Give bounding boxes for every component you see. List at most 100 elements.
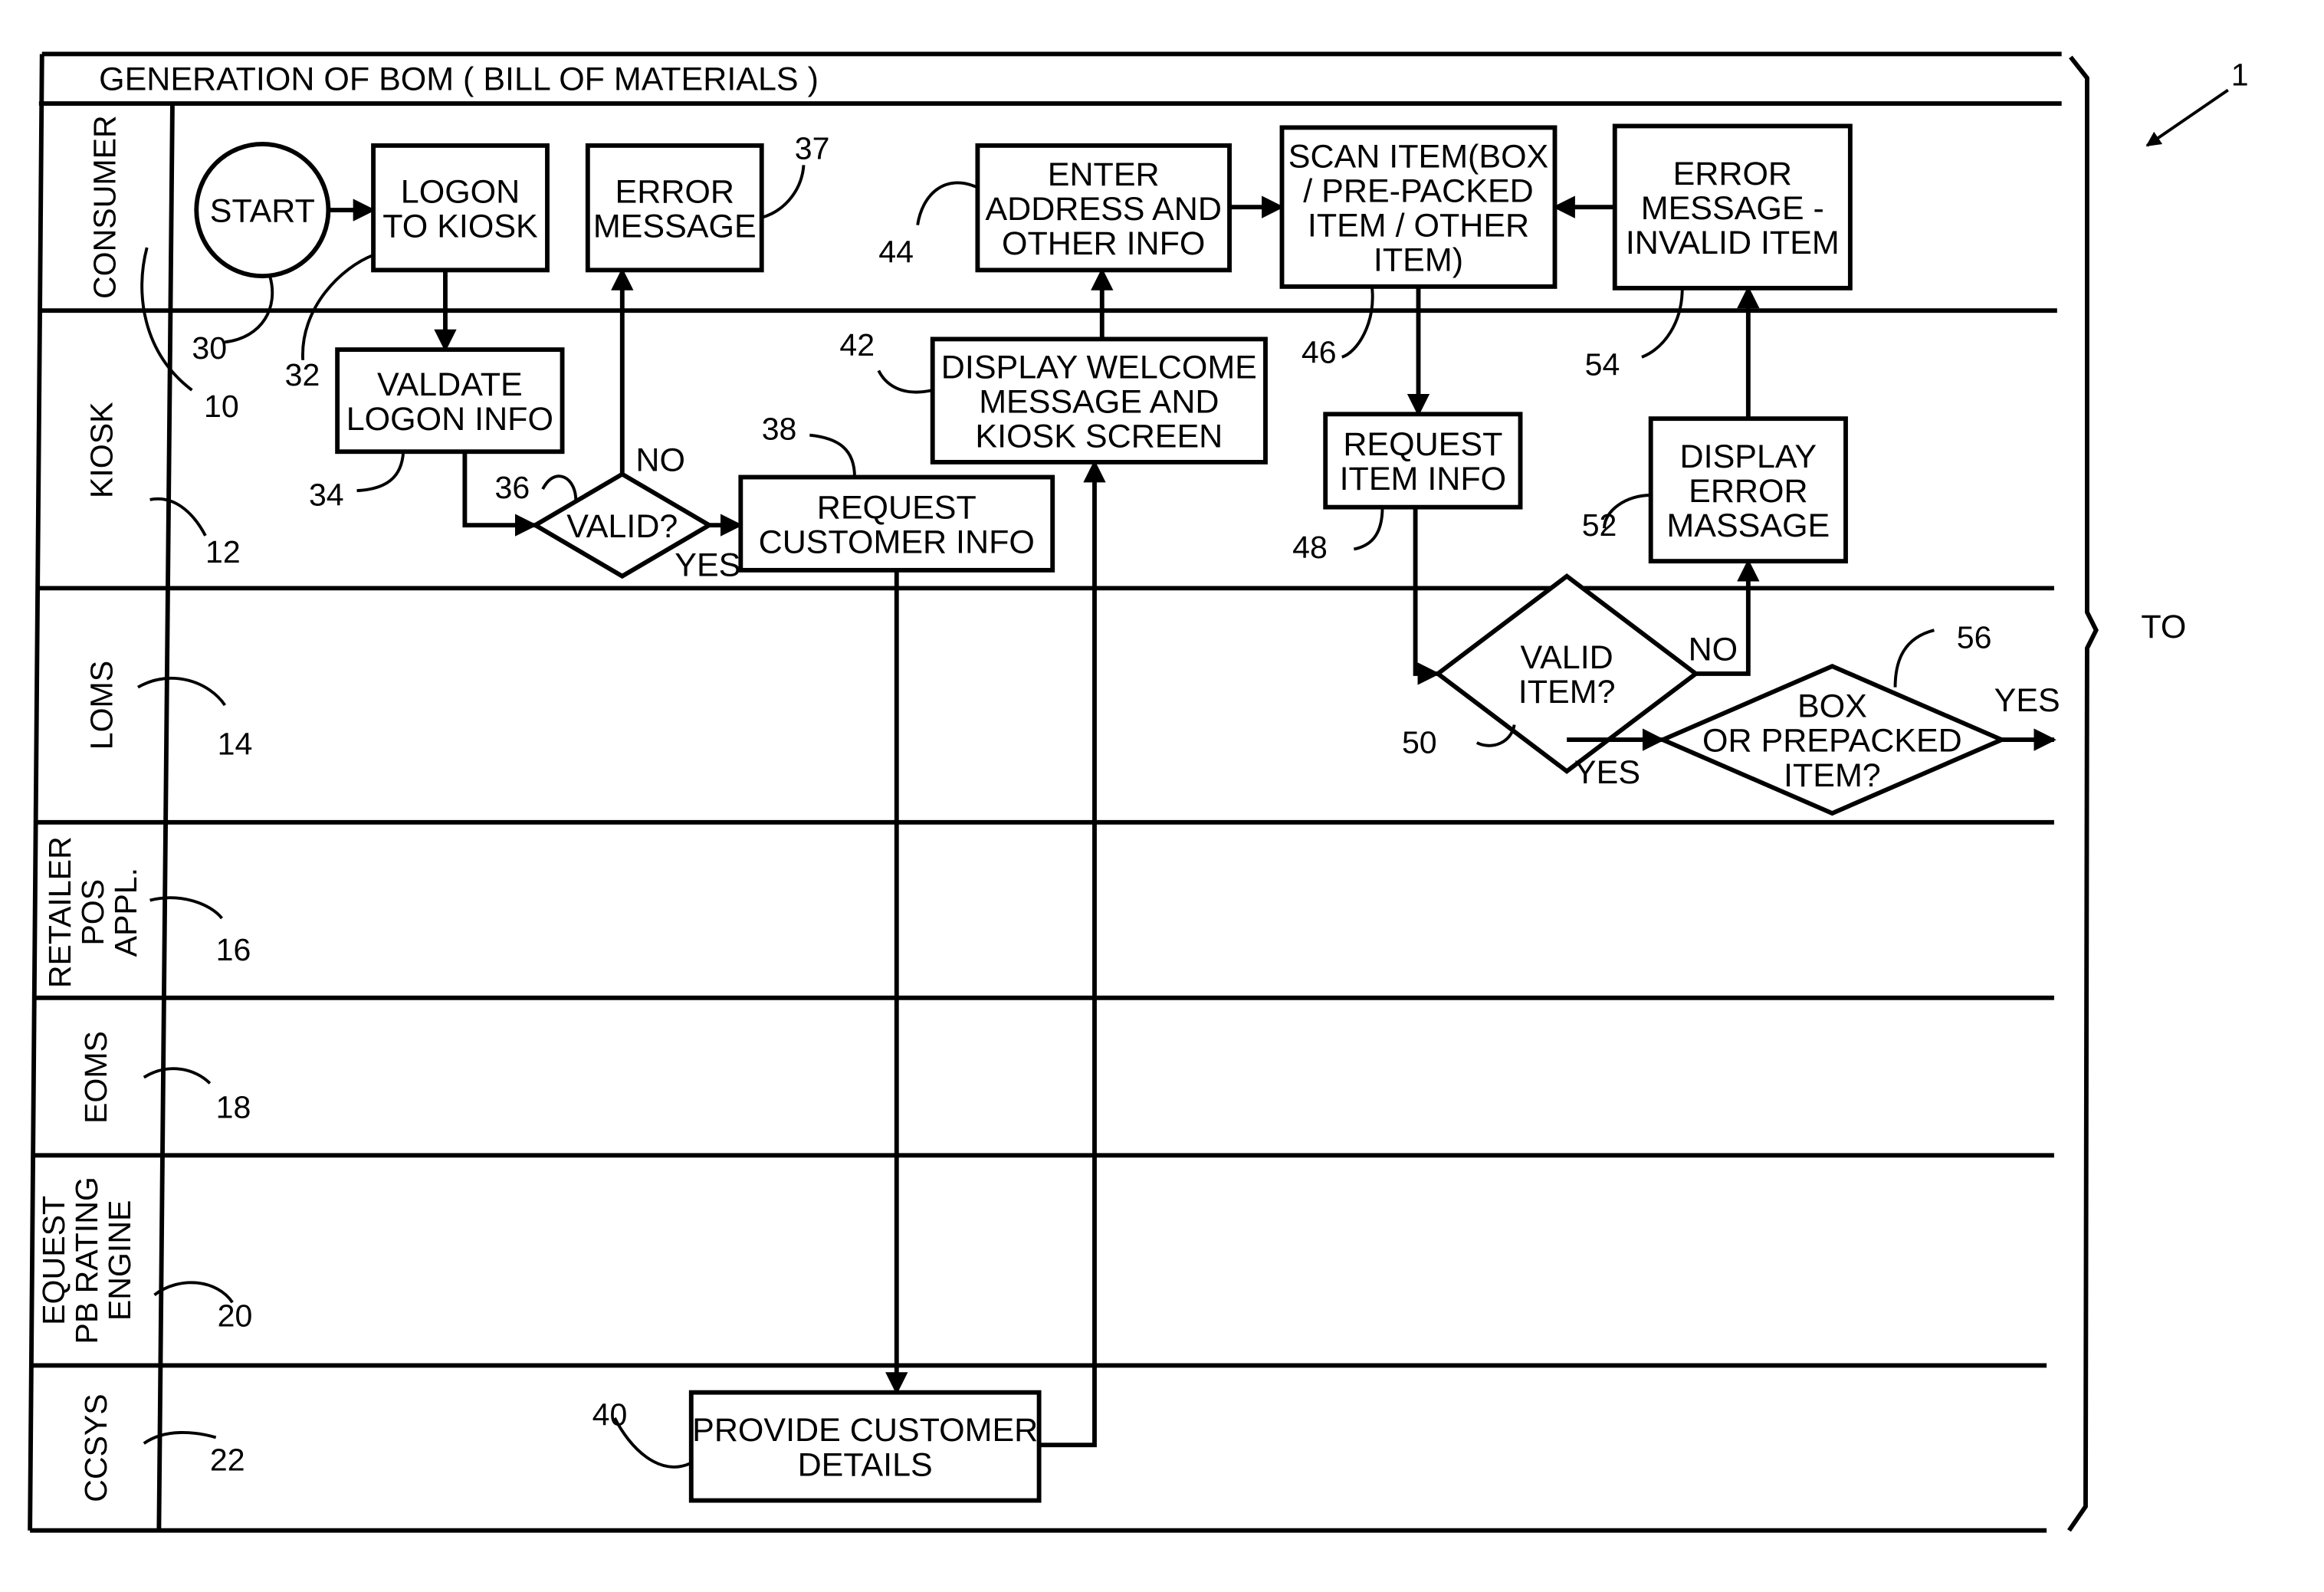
node-display-error: DISPLAYERRORMASSAGE 52 [1582,416,1848,564]
lane-label: EQUEST [36,1196,71,1325]
node-enter-address: ENTERADDRESS ANDOTHER INFO 44 [878,143,1232,273]
lane-label: APPL. [108,868,143,957]
lane-label: CCSYS [78,1393,113,1502]
node-error-invalid-item: ERRORMESSAGE -INVALID ITEM 54 [1585,123,1853,382]
node-label: START [210,193,315,230]
node-request-item: REQUESTITEM INFO 48 [1292,412,1523,565]
node-label: SCAN ITEM(BOX [1288,138,1548,175]
ref-number: 50 [1402,725,1437,760]
node-label: ITEM) [1374,241,1463,278]
node-label: OR PREPACKED [1702,723,1962,760]
node-label: ERROR [615,173,734,210]
connector-provide-to-welcome [1039,460,1106,1448]
node-label: REQUEST [817,489,977,526]
diagram-title: GENERATION OF BOM ( BILL OF MATERIALS ) [99,61,819,97]
ref-leader [1353,507,1384,551]
ref-number: 54 [1585,346,1620,382]
ref-number: 34 [309,478,344,513]
node-label: VALID? [566,508,678,545]
node-label: ADDRESS AND [985,191,1221,228]
ref-leader [1641,287,1684,359]
node-label: VALDATE [377,366,523,403]
ref-number: 16 [216,932,251,967]
ref-leader [809,433,856,478]
ref-number: 56 [1957,620,1992,655]
node-label: ERROR [1689,473,1807,510]
node-label: DETAILS [798,1446,933,1483]
svg-text:1: 1 [2231,57,2249,93]
ref-leader [356,451,405,493]
node-label: ITEM / OTHER [1308,207,1529,244]
ref-number: 37 [795,130,830,166]
ref-leader [137,676,227,707]
ref-number: 10 [204,389,239,424]
node-label: OTHER INFO [1002,225,1205,262]
node-label: MESSAGE - [1641,190,1824,227]
ref-leader [541,474,578,503]
ref-number: 42 [839,327,875,363]
ref-number: 18 [216,1089,251,1124]
lane-label: KIOSK [84,402,120,498]
node-start: START 30 [192,141,331,366]
lane-label: ENGINE [102,1200,137,1321]
node-display-welcome: DISPLAY WELCOMEMESSAGE ANDKIOSK SCREEN 42 [839,327,1268,464]
node-label: DISPLAY WELCOME [941,349,1257,386]
edge-label-valid-yes: YES [675,547,740,584]
edge-label-valid-no: NO [635,442,685,479]
ref-leader [1893,629,1935,688]
node-label: REQUEST [1343,426,1502,463]
lane-equest-pb-rating-engine: EQUESTPB RATINGENGINE 20 [36,1177,252,1344]
ref-number: 22 [210,1442,245,1477]
node-label: LOGON [401,173,520,210]
lane-label: PB RATING [69,1177,104,1344]
ref-number: 46 [1302,335,1337,370]
node-label: ITEM? [1518,674,1616,711]
node-label: KIOSK SCREEN [975,418,1223,455]
node-label: INVALID ITEM [1626,225,1840,261]
node-label: ITEM? [1784,757,1881,794]
node-label: MESSAGE AND [979,383,1219,420]
lane-label: CONSUMER [87,115,123,299]
node-label: ENTER [1048,156,1160,193]
node-label: VALID [1521,639,1613,676]
ref-number: 30 [192,330,227,366]
ref-leader [916,181,979,225]
node-label: TO KIOSK [382,208,538,245]
ref-leader [149,497,207,537]
ref-leader [149,896,224,920]
figure-ref: 1 [2145,57,2249,147]
ref-leader [301,253,374,360]
continuation-label: TO [2141,609,2186,645]
bom-flowchart: TO 1 GENERATION OF BOM ( BILL OF MATERIA… [28,51,2249,1533]
node-provide-customer: PROVIDE CUSTOMERDETAILS 40 [592,1390,1042,1503]
ref-leader [761,165,806,219]
edge-label-box-yes: YES [1994,682,2060,719]
ref-number: 20 [218,1298,253,1333]
ref-number: 36 [495,470,530,505]
continuation-brace [2067,55,2099,1532]
node-label: CUSTOMER INFO [759,524,1035,560]
lane-label: RETAILER [42,836,77,988]
node-label: BOX [1797,688,1867,725]
ref-leader [877,369,934,394]
ref-number: 52 [1582,507,1617,543]
edge-label-valid-item-no: NO [1689,631,1738,668]
lane-kiosk: KIOSK 12 [84,402,241,570]
ref-leader [140,247,193,392]
lane-label: LOMS [84,661,120,750]
node-label: MASSAGE [1666,507,1830,544]
node-label: PROVIDE CUSTOMER [692,1412,1038,1449]
ref-number: 48 [1292,530,1328,565]
node-label: ERROR [1673,156,1792,192]
node-label: LOGON INFO [346,401,553,438]
ref-number: 32 [285,357,320,392]
ref-number: 40 [592,1397,628,1433]
ref-leader [143,1067,212,1085]
ref-leader [1341,286,1374,359]
ref-leader [143,1430,217,1445]
node-label: MESSAGE [593,208,757,245]
ref-number: 38 [762,412,797,447]
node-label: / PRE-PACKED [1303,172,1533,209]
ref-number: 44 [878,235,914,270]
node-error-message: ERRORMESSAGE 37 [585,130,830,273]
